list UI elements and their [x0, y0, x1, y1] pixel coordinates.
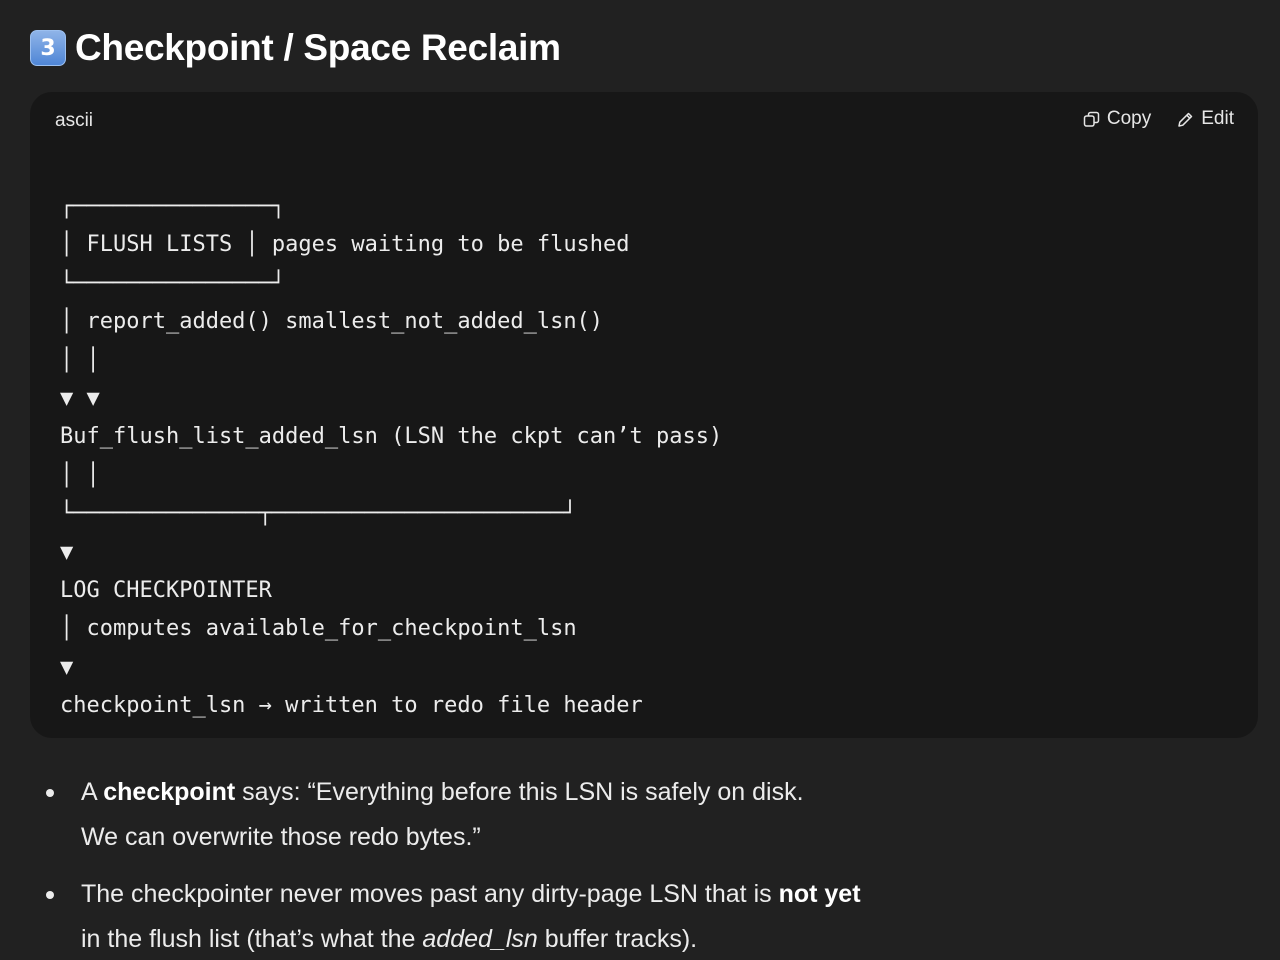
page: 3 Checkpoint / Space Reclaim ascii Copy … — [0, 0, 1280, 960]
code-line: LOG CHECKPOINTER — [60, 578, 272, 604]
text-segment: in the flush list (that’s what the — [81, 925, 423, 953]
bold-term: not yet — [778, 880, 861, 908]
bullet-line: We can overwrite those redo bytes.” — [81, 823, 481, 851]
text-segment: The checkpointer never moves past any di… — [81, 880, 779, 908]
code-line: │ FLUSH LISTS │ pages waiting to be flus… — [60, 232, 630, 258]
code-line: └──────────────┬──────────────────────┘ — [60, 501, 577, 527]
list-item: A checkpoint says: “Everything before th… — [46, 770, 861, 860]
code-line: │ computes available_for_checkpoint_lsn — [60, 616, 577, 642]
code-line: checkpoint_lsn → written to redo file he… — [60, 693, 643, 719]
code-line: ┌───────────────┐ — [60, 194, 286, 219]
code-actions: Copy Edit — [1057, 108, 1234, 130]
pencil-icon — [1178, 112, 1193, 127]
bullet-line: in the flush list (that’s what the added… — [81, 917, 861, 960]
edit-label: Edit — [1201, 108, 1234, 129]
keycap-number-icon: 3 — [30, 30, 66, 66]
text-segment: says: “Everything before this LSN is saf… — [235, 778, 804, 806]
bullet-line: A checkpoint says: “Everything before th… — [81, 770, 861, 815]
italic-term: added_lsn — [422, 925, 538, 953]
code-block: ascii Copy Edit ┌───────────────┐ │ FLUSH… — [30, 92, 1258, 738]
code-line: │ │ — [60, 462, 100, 488]
code-line: │ report_added() smallest_not_added_lsn(… — [60, 309, 604, 335]
text-segment: A — [81, 778, 104, 806]
code-line: ▼ ▼ — [60, 386, 100, 412]
code-language-label: ascii — [55, 110, 94, 131]
code-line: ▼ — [60, 539, 74, 565]
copy-icon — [1083, 111, 1100, 127]
code-line: Buf_flush_list_added_lsn (LSN the ckpt c… — [60, 424, 723, 450]
list-item: The checkpointer never moves past any di… — [46, 872, 861, 960]
section-heading: 3 Checkpoint / Space Reclaim — [30, 26, 561, 70]
copy-button[interactable]: Copy — [1083, 108, 1151, 130]
code-line: │ │ — [60, 347, 100, 373]
bullet-icon — [46, 789, 54, 797]
copy-label: Copy — [1106, 108, 1152, 129]
bullet-line: The checkpointer never moves past any di… — [81, 872, 861, 917]
section-title: Checkpoint / Space Reclaim — [75, 27, 561, 68]
ascii-diagram: ┌───────────────┐ │ FLUSH LISTS │ pages w… — [60, 188, 722, 726]
bullet-list: A checkpoint says: “Everything before th… — [46, 770, 861, 960]
bullet-icon — [46, 891, 54, 899]
edit-button[interactable]: Edit — [1177, 108, 1234, 130]
text-segment: buffer tracks). — [537, 925, 698, 953]
code-line: └───────────────┘ — [60, 270, 286, 296]
bold-term: checkpoint — [103, 778, 236, 806]
code-line: ▼ — [60, 654, 74, 680]
